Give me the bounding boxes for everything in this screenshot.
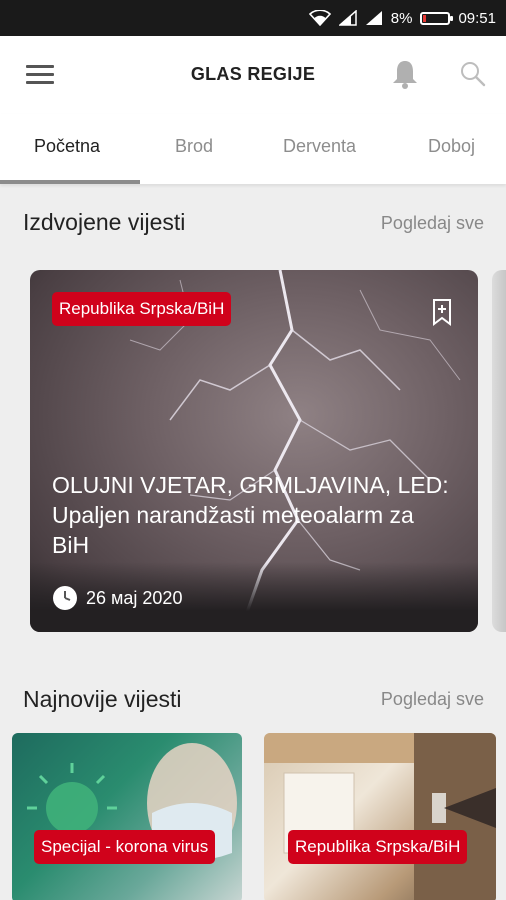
app-title: GLAS REGIJE [190,64,316,84]
active-tab-indicator [0,180,140,184]
virus-mask-image [27,743,237,863]
next-featured-card-peek[interactable] [492,270,506,632]
tab-doboj[interactable]: Doboj [428,136,475,157]
bookmark-icon[interactable] [432,298,452,326]
latest-section-title: Najnovije vijesti [23,686,182,712]
featured-date: 26 мај 2020 [52,585,182,611]
featured-news-card[interactable]: Republika Srpska/BiH OLUJNI VJETAR, GRML… [30,270,478,632]
clock-icon [52,585,78,611]
news-card[interactable]: Specijal - korona virus [12,733,242,900]
category-badge: Republika Srpska/BiH [288,830,468,864]
featured-see-all-link[interactable]: Pogledaj sve [381,213,484,234]
tab-pocetna[interactable]: Početna [34,136,100,157]
status-bar: 8% 09:51 [0,0,506,36]
category-badge: Specijal - korona virus [34,830,216,864]
battery-icon [420,11,454,25]
battery-percent: 8% [390,9,413,27]
hotel-room-image [264,733,496,900]
date-text: 26 мај 2020 [86,587,183,608]
signal-icon [338,10,357,26]
app-header: GLAS REGIJE [0,36,506,114]
tab-derventa[interactable]: Derventa [283,136,356,157]
search-icon[interactable] [459,60,487,88]
latest-see-all-link[interactable]: Pogledaj sve [381,689,484,710]
hamburger-menu-icon[interactable] [26,65,54,85]
tab-brod[interactable]: Brod [175,136,213,157]
news-card[interactable]: Republika Srpska/BiH [264,733,496,900]
clock-time: 09:51 [458,9,496,27]
featured-headline: OLUJNI VJETAR, GRMLJAVINA, LED: Upaljen … [52,472,449,558]
featured-section-title: Izdvojene vijesti [23,209,186,235]
wifi-icon [308,10,331,26]
category-badge: Republika Srpska/BiH [52,292,232,326]
bell-icon[interactable] [390,58,420,90]
category-tabs: Početna Brod Derventa Doboj [0,114,506,184]
signal-icon [365,10,383,26]
